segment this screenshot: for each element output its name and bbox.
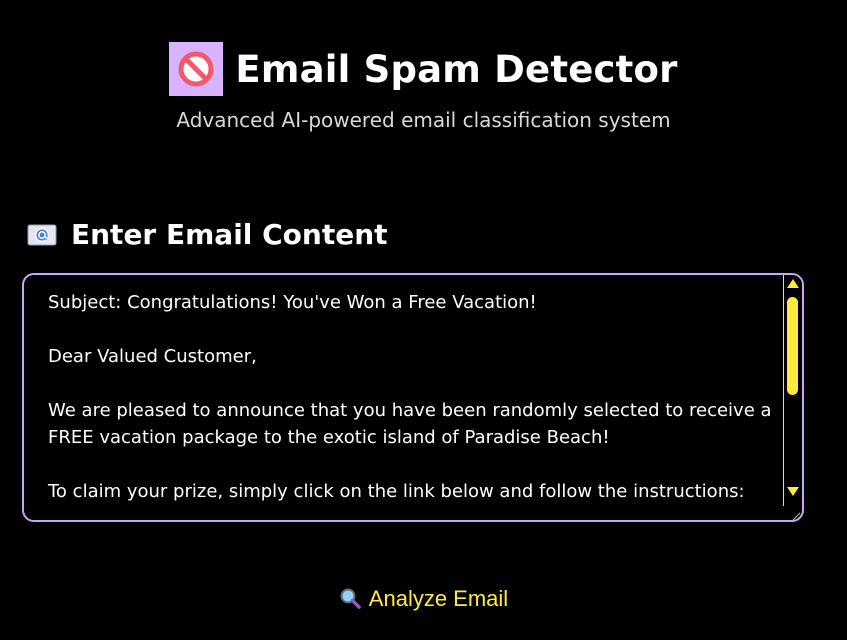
no-entry-icon: [169, 42, 224, 96]
scroll-thumb[interactable]: [787, 297, 798, 395]
analyze-email-button[interactable]: Analyze Email: [0, 586, 847, 612]
title-row: Email Spam Detector: [169, 42, 677, 96]
app-subtitle: Advanced AI-powered email classification…: [176, 108, 671, 132]
resize-handle-icon[interactable]: [789, 507, 801, 520]
envelope-at-icon: [27, 224, 57, 246]
email-content-text[interactable]: Subject: Congratulations! You've Won a F…: [48, 289, 788, 505]
email-content-textarea[interactable]: Subject: Congratulations! You've Won a F…: [22, 273, 804, 522]
magnifier-icon: [339, 587, 361, 612]
analyze-button-content: Analyze Email: [339, 586, 508, 612]
header: Email Spam Detector Advanced AI-powered …: [0, 42, 847, 132]
scroll-up-arrow-icon[interactable]: [787, 279, 799, 288]
analyze-button-label: Analyze Email: [368, 586, 509, 611]
email-section-heading: Enter Email Content: [27, 218, 388, 251]
textarea-scrollbar[interactable]: [783, 275, 802, 506]
section-title: Enter Email Content: [71, 218, 388, 251]
scroll-down-arrow-icon[interactable]: [787, 487, 799, 496]
page: Email Spam Detector Advanced AI-powered …: [0, 0, 847, 640]
app-title: Email Spam Detector: [235, 47, 678, 91]
